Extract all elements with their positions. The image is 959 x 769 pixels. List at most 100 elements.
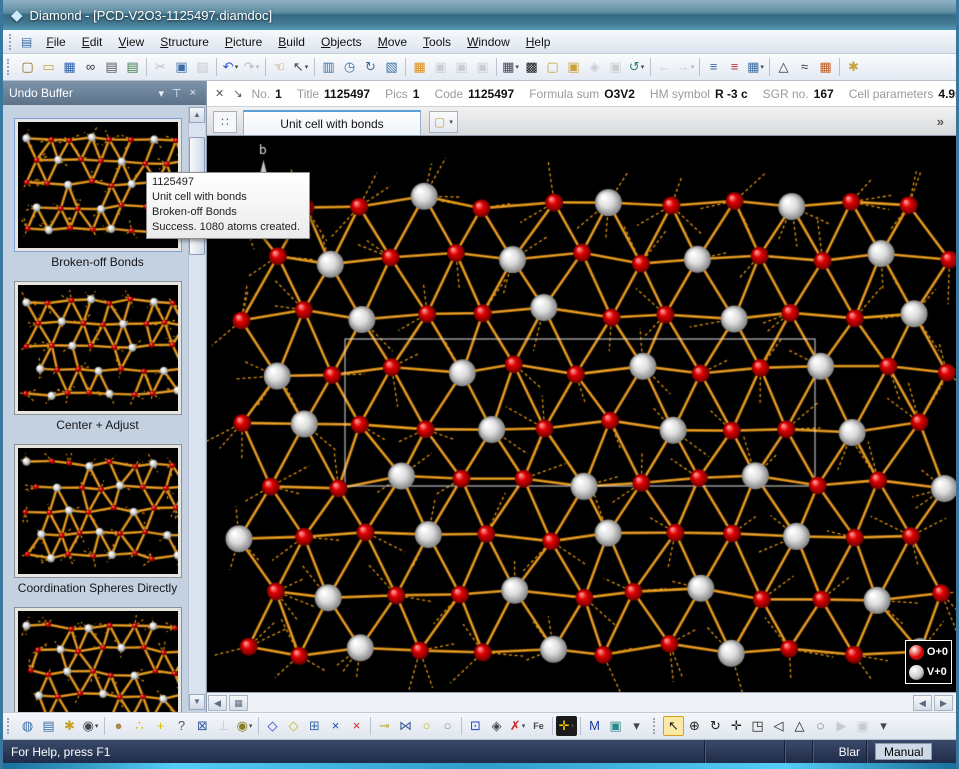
ring-yellow-button[interactable]: ○ — [416, 716, 437, 736]
select-pointer-button[interactable]: ↖▾ — [290, 57, 311, 77]
copy-button[interactable]: ▣ — [171, 57, 192, 77]
picture-history-button[interactable]: ↺▾ — [626, 57, 647, 77]
update-picture-button[interactable]: ◍ — [17, 716, 38, 736]
menu-view[interactable]: View — [110, 32, 152, 52]
titlebar[interactable]: ◆ Diamond - [PCD-V2O3-1125497.diamdoc] — [3, 0, 956, 30]
new-document-button[interactable]: ▢ — [17, 57, 38, 77]
build-rings-button[interactable]: ⊞ — [304, 716, 325, 736]
scroll-up-icon[interactable]: ▲ — [189, 107, 205, 123]
tab-overflow-icon[interactable]: » — [937, 114, 944, 129]
print-preview-button[interactable]: ▤ — [101, 57, 122, 77]
scroll-left-icon[interactable]: ◀ — [208, 695, 227, 711]
menu-objects[interactable]: Objects — [313, 32, 370, 52]
atom-design-button[interactable]: ● — [108, 716, 129, 736]
page-prev-icon[interactable]: ◀ — [913, 695, 932, 711]
menu-file[interactable]: File — [38, 32, 73, 52]
zoom-mode-button[interactable]: ◳ — [747, 716, 768, 736]
picture-note-button[interactable]: ▤ — [38, 716, 59, 736]
chart-distances-button[interactable]: △ — [773, 57, 794, 77]
new-picture-dropdown-icon[interactable]: ▾ — [449, 118, 453, 126]
scroll-down-icon[interactable]: ▼ — [189, 694, 205, 710]
destroy-red-button[interactable]: × — [346, 716, 367, 736]
menu-move[interactable]: Move — [370, 32, 415, 52]
redo-dropdown-icon[interactable]: ▾ — [256, 63, 260, 71]
destroy-blue-button[interactable]: × — [325, 716, 346, 736]
build-polyhedra-button[interactable]: ⊠ — [192, 716, 213, 736]
new-picture-button[interactable]: ▢ — [542, 57, 563, 77]
atom-label-fe-button[interactable]: Fe — [528, 716, 549, 736]
undo-list-item[interactable]: Center + Adjust — [11, 281, 184, 433]
toolbar-overflow-left-button[interactable]: ▾ — [626, 716, 647, 736]
toolbar-grip[interactable] — [7, 718, 12, 734]
move-mode-dropdown-icon[interactable]: ▾ — [571, 722, 575, 730]
view-text-button[interactable]: ≡ — [703, 57, 724, 77]
assistant-wizard-button[interactable]: ✱ — [843, 57, 864, 77]
picture-current-button[interactable]: ▩ — [521, 57, 542, 77]
grid-toggle-icon[interactable]: ▦ — [229, 695, 248, 711]
toolbar-grip[interactable] — [653, 718, 658, 734]
menu-structure[interactable]: Structure — [152, 32, 217, 52]
chart-powder-pattern-button[interactable]: ≈ — [794, 57, 815, 77]
record-jump-icon[interactable]: ↘ — [233, 87, 242, 100]
toolbar-overflow-right-button[interactable]: ▾ — [873, 716, 894, 736]
pictures-grid-button[interactable]: ▦▾ — [500, 57, 521, 77]
picture-history-dropdown-icon[interactable]: ▾ — [641, 63, 645, 71]
delete-bonds-button[interactable]: ✗▾ — [507, 716, 528, 736]
bond-lattice-button[interactable]: ⋈ — [395, 716, 416, 736]
panel-pin-icon[interactable]: ⊤ — [168, 87, 186, 100]
fill-sphere-button[interactable]: ◉▾ — [234, 716, 255, 736]
hexagon-yellow-button[interactable]: ◇ — [283, 716, 304, 736]
tab-grid-icon[interactable]: ∷ — [213, 111, 237, 133]
tab-unit-cell-with-bonds[interactable]: Unit cell with bonds — [243, 110, 421, 135]
open-folder-button[interactable]: ▭ — [38, 57, 59, 77]
picture-settings-button[interactable]: ▣ — [605, 716, 626, 736]
undo-thumbnail[interactable] — [14, 281, 182, 415]
fill-sphere-dropdown-icon[interactable]: ▾ — [249, 722, 253, 730]
undo-button[interactable]: ↶▾ — [220, 57, 241, 77]
pictures-grid-dropdown-icon[interactable]: ▾ — [515, 63, 519, 71]
undo-thumbnail[interactable] — [14, 444, 182, 578]
undo-thumbnail[interactable] — [14, 607, 182, 712]
spin-mode-button[interactable]: ◌ — [810, 716, 831, 736]
structure-canvas[interactable] — [207, 136, 956, 692]
panel-menu-icon[interactable]: ▾ — [154, 87, 168, 100]
pan-hand-button[interactable]: ☜ — [269, 57, 290, 77]
view-along-c-button[interactable]: △ — [789, 716, 810, 736]
select-pointer-dropdown-icon[interactable]: ▾ — [305, 63, 309, 71]
undo-list-item[interactable]: Coordination Spheres Directly — [11, 444, 184, 596]
menubar-grip[interactable] — [9, 34, 14, 50]
menu-build[interactable]: Build — [270, 32, 313, 52]
toolbar-grip[interactable] — [7, 59, 12, 75]
rotate-pane-button[interactable]: ↻ — [360, 57, 381, 77]
view-details-button[interactable]: ≡ — [724, 57, 745, 77]
menu-help[interactable]: Help — [518, 32, 559, 52]
orientation-button[interactable]: ◈ — [486, 716, 507, 736]
translate-mode-button[interactable]: ✛ — [726, 716, 747, 736]
print-button[interactable]: ▤ — [122, 57, 143, 77]
panel-close-icon[interactable]: × — [186, 87, 200, 99]
chart-table-button[interactable]: ▦ — [815, 57, 836, 77]
move-mode-button[interactable]: ✛▾ — [556, 716, 577, 736]
menu-window[interactable]: Window — [459, 32, 518, 52]
undo-list-item[interactable] — [11, 607, 184, 712]
menu-tools[interactable]: Tools — [415, 32, 459, 52]
navigation-pane-button[interactable]: ▥ — [318, 57, 339, 77]
ring-gray-button[interactable]: ○ — [437, 716, 458, 736]
record-close-icon[interactable]: ✕ — [215, 87, 224, 100]
page-next-icon[interactable]: ▶ — [934, 695, 953, 711]
menu-edit[interactable]: Edit — [74, 32, 111, 52]
add-atom-button[interactable]: + — [150, 716, 171, 736]
view-zoom-button[interactable]: ◉▾ — [80, 716, 101, 736]
unit-cell-box-button[interactable]: ⊡ — [465, 716, 486, 736]
history-pane-button[interactable]: ◷ — [339, 57, 360, 77]
undo-dropdown-icon[interactable]: ▾ — [235, 63, 239, 71]
new-picture-tab-button[interactable]: ▢ ▾ — [429, 111, 458, 133]
rotate-free-button[interactable]: ⊕ — [684, 716, 705, 736]
build-wizard-button[interactable]: ✱ — [59, 716, 80, 736]
view-zoom-dropdown-icon[interactable]: ▾ — [95, 722, 99, 730]
view-table-dropdown-icon[interactable]: ▾ — [760, 63, 764, 71]
hexagon-blue-button[interactable]: ◇ — [262, 716, 283, 736]
data-sheet-button[interactable]: ▦ — [409, 57, 430, 77]
find-binoculars-button[interactable]: ∞ — [80, 57, 101, 77]
measure-button[interactable]: M — [584, 716, 605, 736]
